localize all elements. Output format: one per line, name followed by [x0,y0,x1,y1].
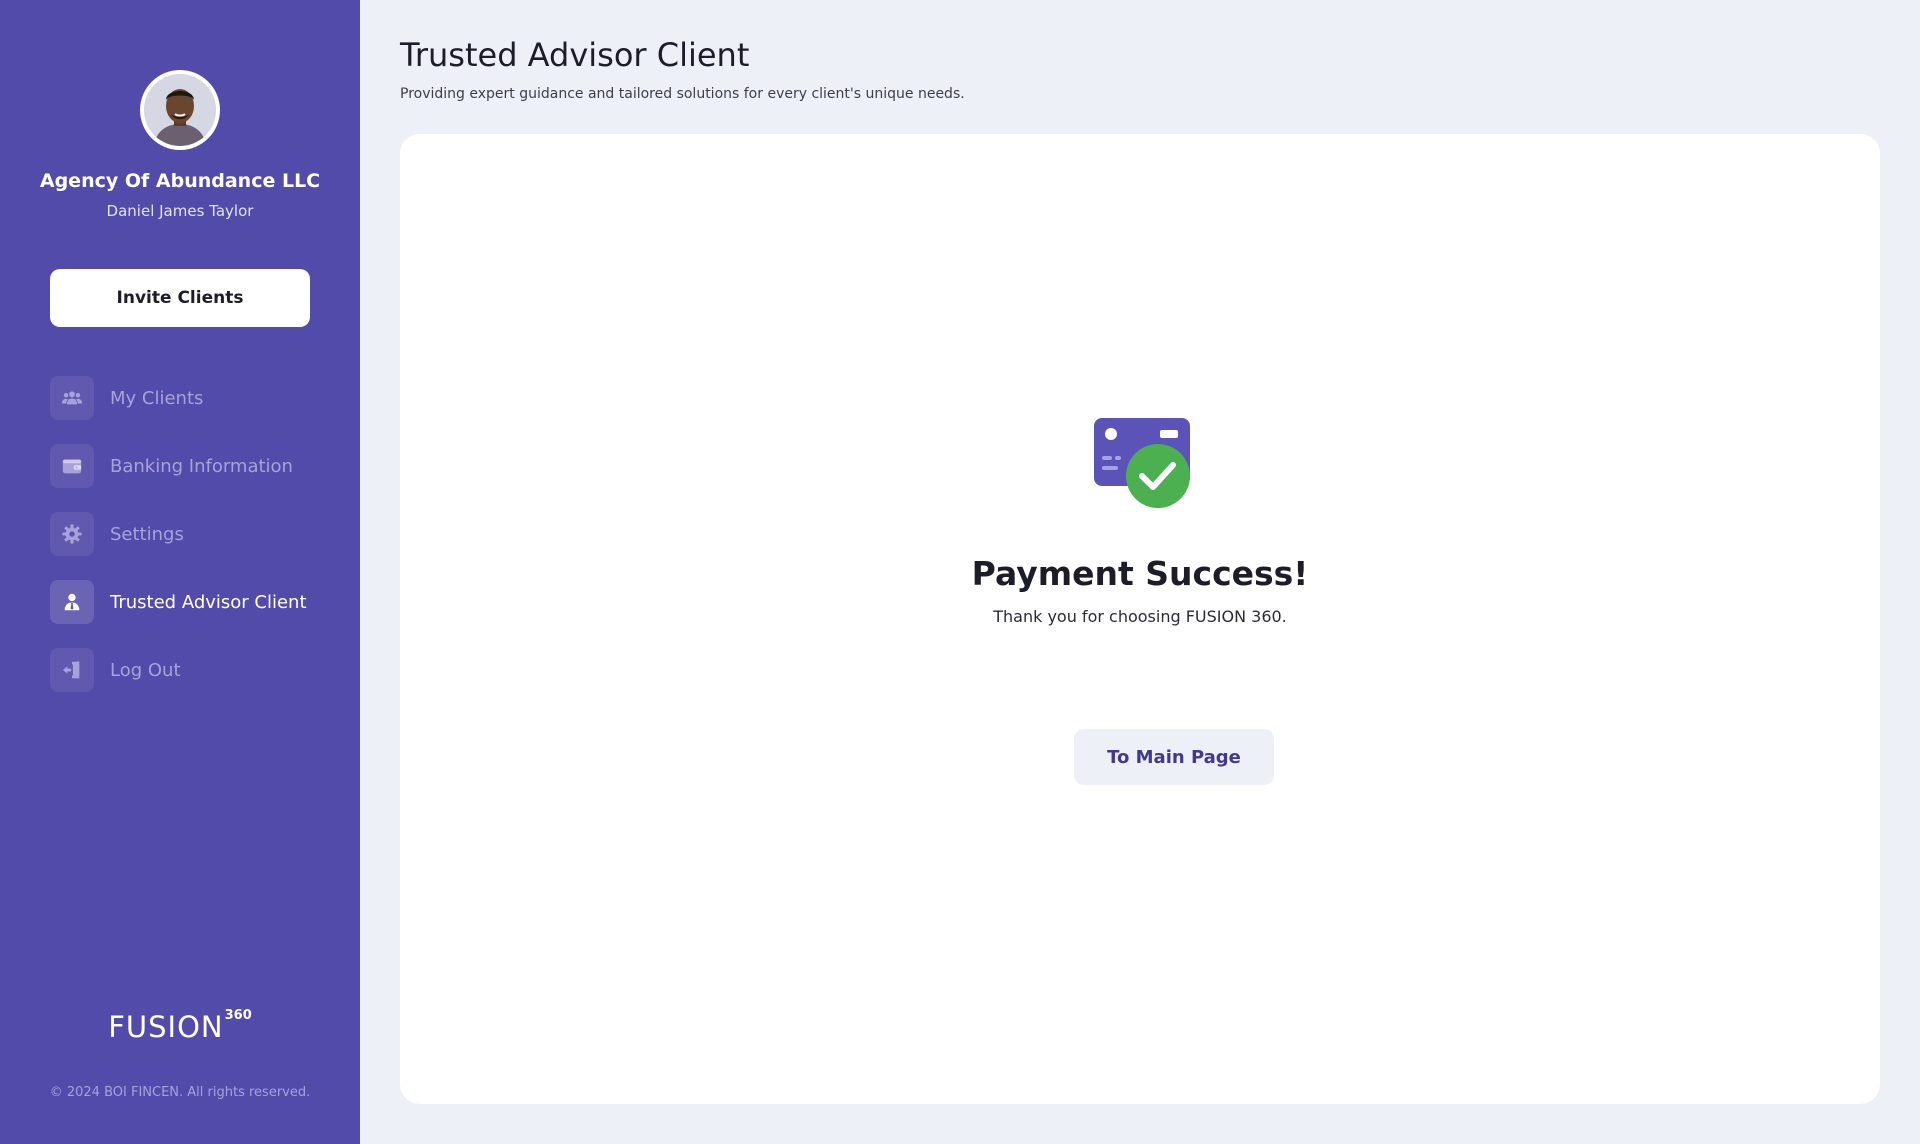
page-title: Trusted Advisor Client [400,36,750,74]
sidebar-item-label: Banking Information [110,455,293,477]
org-name: Agency Of Abundance LLC [39,170,321,192]
sidebar-item-label: My Clients [110,387,204,409]
sidebar-item-log-out[interactable]: Log Out [50,648,350,692]
sidebar-item-label: Settings [110,523,184,545]
sidebar-nav: My Clients Banking Information Settings … [50,376,350,716]
user-name: Daniel James Taylor [106,202,254,220]
payment-success-card: Payment Success! Thank you for choosing … [400,134,1880,1104]
to-main-page-button[interactable]: To Main Page [1074,729,1274,785]
copyright-text: © 2024 BOI FINCEN. All rights reserved. [49,1085,311,1100]
sidebar: Agency Of Abundance LLC Daniel James Tay… [0,0,360,1144]
brand-superscript: 360 [224,1008,252,1023]
logout-icon [50,648,94,692]
avatar-photo [144,74,216,146]
sidebar-item-label: Log Out [110,659,181,681]
app-root: Agency Of Abundance LLC Daniel James Tay… [0,0,1920,1144]
user-tie-icon [50,580,94,624]
success-title: Payment Success! [971,554,1309,593]
sidebar-item-settings[interactable]: Settings [50,512,350,556]
payment-success-icon [1090,414,1190,514]
fusion-360-logo: FUSION 360 [0,1008,360,1044]
sidebar-item-banking-information[interactable]: Banking Information [50,444,350,488]
sidebar-item-label: Trusted Advisor Client [110,591,307,613]
sidebar-item-my-clients[interactable]: My Clients [50,376,350,420]
main-content: Trusted Advisor Client Providing expert … [360,0,1920,1144]
success-message: Thank you for choosing FUSION 360. [993,607,1287,626]
gear-icon [50,512,94,556]
users-icon [50,376,94,420]
wallet-icon [50,444,94,488]
page-subtitle: Providing expert guidance and tailored s… [400,86,965,102]
avatar [140,70,220,150]
invite-clients-button[interactable]: Invite Clients [50,269,310,327]
brand-word: FUSION [108,1010,224,1044]
sidebar-item-trusted-advisor-client[interactable]: Trusted Advisor Client [50,580,350,624]
